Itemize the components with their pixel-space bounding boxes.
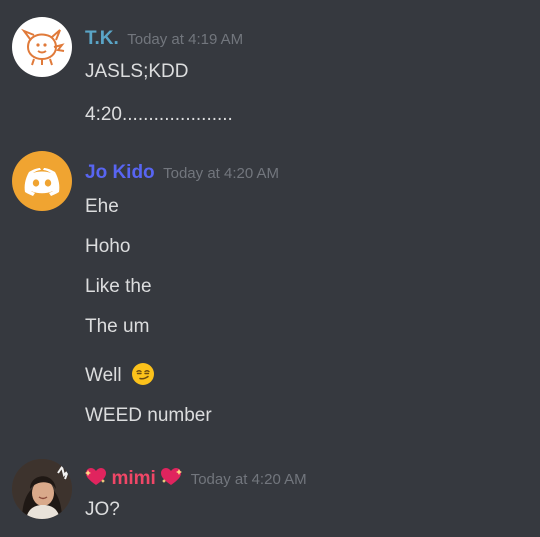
message-header: Jo Kido Today at 4:20 AM: [85, 162, 279, 184]
timestamp: Today at 4:20 AM: [163, 165, 280, 182]
message-text: JO?: [85, 499, 120, 520]
username[interactable]: T.K.: [85, 28, 119, 49]
message-header: T.K. Today at 4:19 AM: [85, 28, 243, 50]
message-line-with-emoji: Well: [85, 362, 155, 388]
timestamp: Today at 4:20 AM: [190, 471, 307, 488]
message-text: Like the: [85, 276, 152, 297]
message-text: The um: [85, 316, 150, 337]
smirking-face-icon[interactable]: [131, 362, 155, 386]
avatar[interactable]: [12, 459, 72, 519]
message-header: mimi Today at 4:20 AM: [85, 467, 307, 490]
user-photo-avatar: [12, 459, 72, 519]
message-text: Ehe: [85, 196, 119, 217]
sparkling-heart-icon: [160, 467, 183, 487]
pig-doodle-icon: [21, 28, 65, 66]
message-text: JASLS;KDD: [85, 61, 189, 82]
message-text: Well: [85, 365, 122, 386]
message-text: 4:20.....................: [85, 104, 233, 125]
discord-logo-icon: [24, 168, 60, 196]
timestamp: Today at 4:19 AM: [127, 31, 244, 48]
avatar[interactable]: [12, 17, 72, 77]
sparkling-heart-icon: [85, 467, 107, 487]
username[interactable]: Jo Kido: [85, 162, 155, 183]
username[interactable]: mimi: [111, 468, 155, 489]
message-text: WEED number: [85, 405, 212, 426]
avatar[interactable]: [12, 151, 72, 211]
message-text: Hoho: [85, 236, 131, 257]
